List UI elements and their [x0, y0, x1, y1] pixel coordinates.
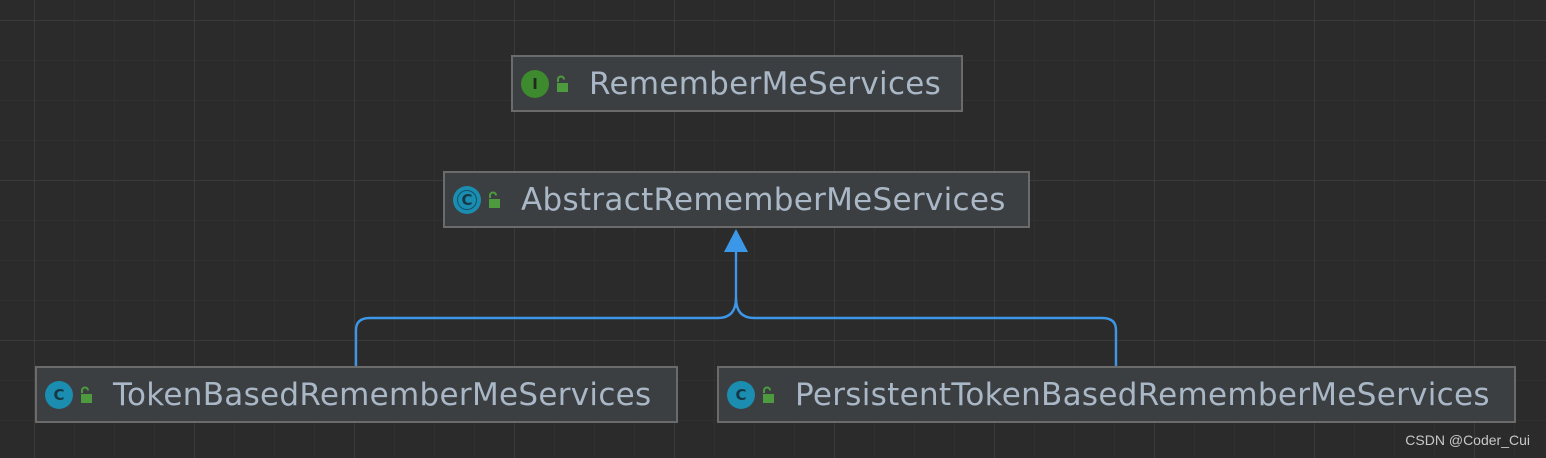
node-token-based-remember-me-services[interactable]: C TokenBasedRememberMeServices: [35, 366, 678, 423]
lock-open-icon: [557, 75, 568, 92]
class-icon: C: [727, 380, 755, 409]
edge-persistent-to-abstract: [734, 297, 1118, 366]
node-label: AbstractRememberMeServices: [521, 181, 1006, 218]
node-label: PersistentTokenBasedRememberMeServices: [795, 376, 1490, 413]
lock-open-icon: [763, 386, 774, 403]
diagram-canvas: I RememberMeServices C AbstractRememberM…: [0, 0, 1546, 458]
lock-open-icon: [489, 191, 500, 208]
watermark: CSDN @Coder_Cui: [1405, 432, 1530, 448]
node-persistent-token-based-remember-me-services[interactable]: C PersistentTokenBasedRememberMeServices: [717, 366, 1516, 423]
node-label: TokenBasedRememberMeServices: [113, 376, 652, 413]
edge-token-based-to-abstract: [354, 252, 738, 366]
node-remember-me-services[interactable]: I RememberMeServices: [511, 55, 963, 112]
abstract-class-icon: C: [453, 185, 481, 214]
interface-icon: I: [521, 69, 549, 98]
lock-open-icon: [81, 386, 92, 403]
node-label: RememberMeServices: [589, 65, 942, 102]
node-abstract-remember-me-services[interactable]: C AbstractRememberMeServices: [443, 171, 1030, 228]
inheritance-arrowhead: [724, 229, 748, 252]
class-icon: C: [45, 380, 73, 409]
